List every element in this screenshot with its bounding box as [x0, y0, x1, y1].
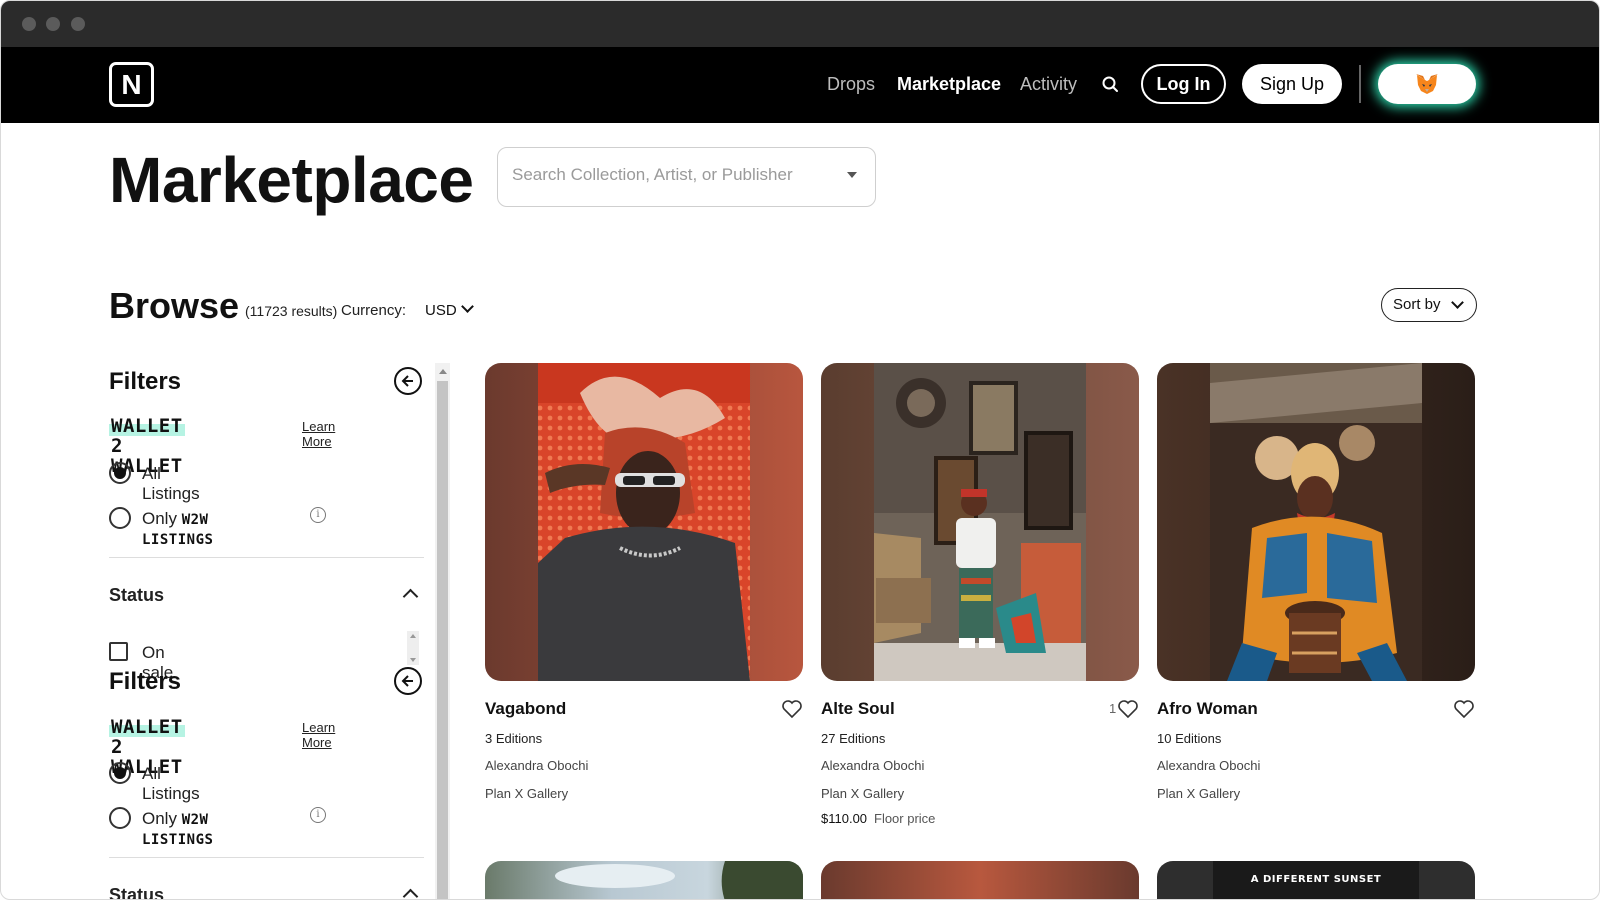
artwork-image[interactable]: [821, 363, 1139, 681]
search-icon[interactable]: [1101, 75, 1121, 95]
card-artist[interactable]: Alexandra Obochi: [485, 758, 588, 773]
heart-icon[interactable]: [1117, 699, 1139, 719]
artwork-title-overlay: A DIFFERENT SUNSET: [1250, 874, 1382, 885]
wallet-2-wallet-badge: WALLET 2 WALLET: [109, 716, 185, 778]
w2w-listings-label[interactable]: Only W2W LISTINGS: [142, 809, 213, 849]
results-count: (11723 results): [245, 303, 338, 319]
nav-link-drops[interactable]: Drops: [827, 74, 875, 95]
artwork-image[interactable]: [1157, 363, 1475, 681]
collapse-filters-button[interactable]: [394, 367, 422, 395]
chevron-down-icon: [1451, 296, 1464, 309]
top-navigation: N Drops Marketplace Activity Log In Sign…: [1, 47, 1599, 123]
nav-link-marketplace[interactable]: Marketplace: [897, 74, 1001, 95]
card-artist[interactable]: Alexandra Obochi: [821, 758, 924, 773]
status-list-scrollbar[interactable]: [407, 631, 419, 665]
scrollbar-thumb[interactable]: [437, 381, 448, 899]
learn-more-link[interactable]: Learn More: [302, 419, 335, 449]
card-title[interactable]: Alte Soul: [821, 699, 895, 719]
artwork-card[interactable]: A DIFFERENT SUNSET: [1157, 861, 1475, 899]
chevron-up-icon[interactable]: [402, 588, 419, 605]
divider: [109, 857, 424, 858]
card-editions: 3 Editions: [485, 731, 543, 746]
sort-by-label: Sort by: [1393, 296, 1441, 313]
card-editions: 27 Editions: [821, 731, 886, 746]
sort-by-button[interactable]: Sort by: [1381, 288, 1477, 322]
w2w-listings-radio[interactable]: [109, 507, 131, 529]
learn-more-link[interactable]: Learn More: [302, 720, 335, 750]
artwork-card[interactable]: [485, 861, 803, 900]
info-icon[interactable]: i: [310, 507, 326, 523]
status-section-title[interactable]: Status: [109, 885, 164, 899]
artwork-card[interactable]: [821, 861, 1139, 899]
only-text: Only: [142, 809, 177, 828]
card-title[interactable]: Afro Woman: [1157, 699, 1258, 719]
artwork-image[interactable]: [485, 861, 803, 900]
arrow-left-icon: [401, 375, 413, 387]
nav-link-activity[interactable]: Activity: [1020, 74, 1077, 95]
chevron-up-icon[interactable]: [402, 888, 419, 899]
only-text: Only: [142, 509, 177, 528]
floor-price-label: Floor price: [874, 811, 936, 826]
chevron-down-icon[interactable]: [847, 172, 857, 178]
card-title[interactable]: Vagabond: [485, 699, 566, 719]
collection-search-box[interactable]: [497, 147, 876, 207]
card-editions: 10 Editions: [1157, 731, 1222, 746]
currency-select[interactable]: USD: [425, 302, 457, 319]
on-sale-checkbox[interactable]: [109, 642, 128, 661]
scroll-up-icon[interactable]: [439, 369, 447, 374]
arrow-left-icon: [401, 675, 413, 687]
card-gallery[interactable]: Plan X Gallery: [821, 786, 904, 801]
card-gallery[interactable]: Plan X Gallery: [485, 786, 568, 801]
fox-icon: [1416, 74, 1438, 94]
currency-label: Currency:: [341, 302, 407, 319]
maximize-window-icon[interactable]: [71, 17, 85, 31]
likes-count: 1: [1109, 701, 1117, 716]
divider: [109, 557, 424, 558]
minimize-window-icon[interactable]: [46, 17, 60, 31]
collapse-filters-button[interactable]: [394, 667, 422, 695]
signup-button[interactable]: Sign Up: [1242, 64, 1342, 104]
login-button[interactable]: Log In: [1141, 64, 1226, 104]
close-window-icon[interactable]: [22, 17, 36, 31]
chevron-down-icon[interactable]: [461, 300, 474, 313]
w2w-listings-label[interactable]: Only W2W LISTINGS: [142, 509, 213, 549]
w2w-listings-radio[interactable]: [109, 807, 131, 829]
all-listings-radio[interactable]: [109, 762, 131, 784]
heart-icon[interactable]: [1453, 699, 1475, 719]
heart-icon[interactable]: [781, 699, 803, 719]
all-listings-radio[interactable]: [109, 462, 131, 484]
title-bar: [1, 1, 1599, 47]
floor-price-value: $110.00: [821, 811, 868, 826]
nav-divider: [1359, 65, 1361, 103]
all-listings-label[interactable]: All Listings: [142, 764, 200, 804]
card-artist[interactable]: Alexandra Obochi: [1157, 758, 1260, 773]
sidebar-scrollbar[interactable]: [435, 363, 450, 899]
card-gallery[interactable]: Plan X Gallery: [1157, 786, 1240, 801]
status-section-title[interactable]: Status: [109, 585, 164, 606]
filters-title: Filters: [109, 368, 182, 395]
site-logo[interactable]: N: [109, 62, 154, 107]
filters-title: Filters: [109, 668, 182, 695]
artwork-image[interactable]: [485, 363, 803, 681]
collection-search-input[interactable]: [512, 165, 832, 185]
browser-window: N Drops Marketplace Activity Log In Sign…: [0, 0, 1600, 900]
browse-title: Browse: [109, 285, 240, 326]
page-title: Marketplace: [109, 144, 474, 216]
wallet-connect-button[interactable]: [1378, 64, 1476, 104]
info-icon[interactable]: i: [310, 807, 326, 823]
all-listings-label[interactable]: All Listings: [142, 464, 200, 504]
wallet-2-wallet-badge: WALLET 2 WALLET: [109, 415, 185, 477]
